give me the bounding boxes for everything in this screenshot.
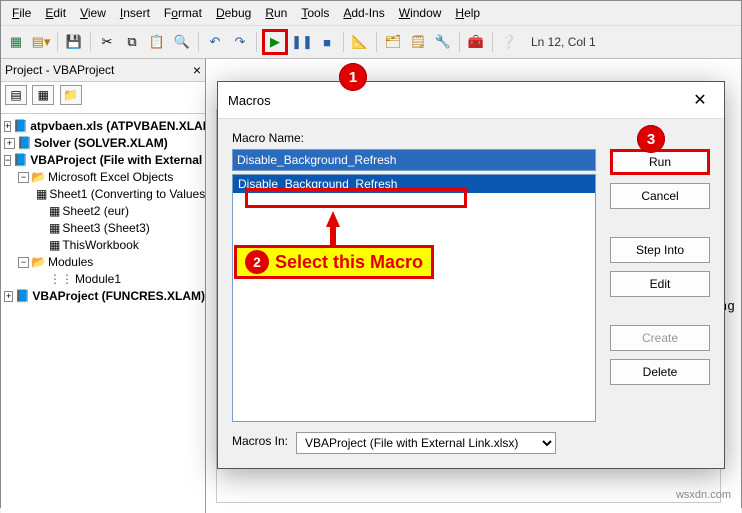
tree-funcres[interactable]: VBAProject (FUNCRES.XLAM) — [32, 288, 205, 305]
annotation-arrow — [326, 211, 340, 227]
menu-view[interactable]: View — [73, 3, 113, 23]
project-explorer-mini-toolbar: ▤ ▦ 📁 — [1, 82, 205, 114]
menu-window[interactable]: Window — [392, 3, 449, 23]
redo-icon[interactable]: ↷ — [229, 31, 251, 53]
toggle-folders-icon[interactable]: 📁 — [60, 85, 82, 105]
tree-atpvbaen[interactable]: atpvbaen.xls (ATPVBAEN.XLAM) — [30, 118, 205, 135]
project-explorer: Project - VBAProject × ▤ ▦ 📁 +📘atpvbaen.… — [1, 59, 206, 513]
menu-tools[interactable]: Tools — [294, 3, 336, 23]
run-macro-icon[interactable]: ▶ — [262, 29, 288, 55]
macros-dialog-titlebar: Macros ✕ — [218, 82, 724, 119]
project-tree[interactable]: +📘atpvbaen.xls (ATPVBAEN.XLAM) +📘Solver … — [1, 114, 205, 305]
paste-icon[interactable]: 📋 — [146, 31, 168, 53]
object-browser-icon[interactable]: 🔧 — [432, 31, 454, 53]
annotation-step-3: 3 — [637, 125, 665, 153]
menu-run[interactable]: Run — [258, 3, 294, 23]
properties-icon[interactable]: 🗒 — [407, 31, 429, 53]
tree-sheet2[interactable]: Sheet2 (eur) — [62, 203, 129, 220]
tree-thisworkbook[interactable]: ThisWorkbook — [62, 237, 138, 254]
edit-button[interactable]: Edit — [610, 271, 710, 297]
macros-dialog-title: Macros — [228, 93, 271, 108]
menu-addins[interactable]: Add-Ins — [336, 3, 391, 23]
copy-icon[interactable]: ⧉ — [121, 31, 143, 53]
annotation-step-1: 1 — [339, 63, 367, 91]
tree-sheet1[interactable]: Sheet1 (Converting to Values) — [49, 186, 205, 203]
macros-in-select[interactable]: VBAProject (File with External Link.xlsx… — [296, 432, 556, 454]
macro-name-input[interactable] — [232, 149, 596, 171]
view-object-icon[interactable]: ▦ — [32, 85, 54, 105]
annotation-arrow-stem — [330, 226, 336, 246]
excel-icon[interactable]: ▦ — [5, 31, 27, 53]
run-button[interactable]: Run — [610, 149, 710, 175]
close-icon[interactable]: ✕ — [686, 90, 714, 110]
undo-icon[interactable]: ↶ — [204, 31, 226, 53]
delete-button[interactable]: Delete — [610, 359, 710, 385]
tree-module1[interactable]: Module1 — [75, 271, 121, 288]
stop-icon[interactable]: ■ — [316, 31, 338, 53]
menu-format[interactable]: Format — [157, 3, 209, 23]
step-into-button[interactable]: Step Into — [610, 237, 710, 263]
macros-in-label: Macros In: — [232, 434, 288, 448]
help-icon[interactable]: ❔ — [498, 31, 520, 53]
find-icon[interactable]: 🔍 — [171, 31, 193, 53]
create-button: Create — [610, 325, 710, 351]
project-explorer-titlebar: Project - VBAProject × — [1, 59, 205, 82]
watermark: wsxdn.com — [676, 489, 731, 501]
cursor-position: Ln 12, Col 1 — [531, 35, 596, 49]
view-code-icon[interactable]: ▤ — [5, 85, 27, 105]
design-mode-icon[interactable]: 📐 — [349, 31, 371, 53]
menu-bar: File Edit View Insert Format Debug Run T… — [1, 1, 741, 26]
macro-name-label: Macro Name: — [232, 131, 596, 145]
project-explorer-title: Project - VBAProject — [5, 63, 114, 77]
toolbox-icon[interactable]: 🧰 — [465, 31, 487, 53]
menu-file[interactable]: File — [5, 3, 38, 23]
menu-help[interactable]: Help — [448, 3, 487, 23]
cut-icon[interactable]: ✂ — [96, 31, 118, 53]
menu-insert[interactable]: Insert — [113, 3, 157, 23]
project-explorer-icon[interactable]: 🗂 — [382, 31, 404, 53]
tree-sheet3[interactable]: Sheet3 (Sheet3) — [62, 220, 149, 237]
annotation-select-highlight — [245, 188, 467, 208]
menu-edit[interactable]: Edit — [38, 3, 73, 23]
macro-listbox[interactable]: Disable_Background_Refresh — [232, 174, 596, 422]
tree-excel-objects[interactable]: Microsoft Excel Objects — [48, 169, 173, 186]
tree-solver[interactable]: Solver (SOLVER.XLAM) — [34, 135, 168, 152]
toolbar: ▦ ▤▾ 💾 ✂ ⧉ 📋 🔍 ↶ ↷ ▶ ❚❚ ■ 📐 🗂 🗒 🔧 🧰 ❔ Ln… — [1, 26, 741, 59]
cancel-button[interactable]: Cancel — [610, 183, 710, 209]
menu-debug[interactable]: Debug — [209, 3, 258, 23]
tree-modules-folder[interactable]: Modules — [48, 254, 93, 271]
tree-vbaproject-main[interactable]: VBAProject (File with External Link.xlsx… — [30, 152, 205, 169]
project-explorer-close-icon[interactable]: × — [193, 62, 201, 78]
save-icon[interactable]: 💾 — [63, 31, 85, 53]
insert-dropdown-icon[interactable]: ▤▾ — [30, 31, 52, 53]
annotation-select-label: 2 Select this Macro — [234, 245, 434, 279]
pause-icon[interactable]: ❚❚ — [291, 31, 313, 53]
